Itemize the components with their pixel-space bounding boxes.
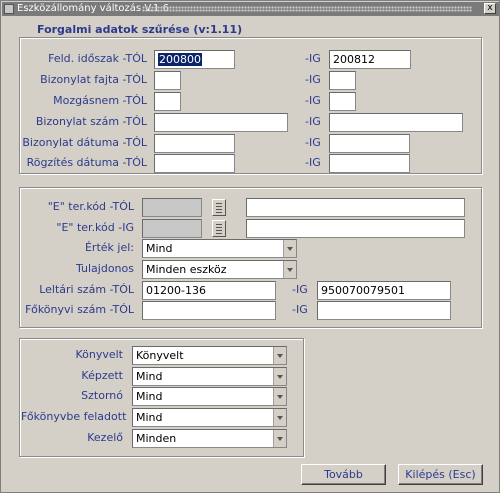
chevron-down-icon[interactable] [283, 261, 296, 278]
leltari-szam-ig-label: -IG [292, 283, 308, 296]
fokonyvi-szam-to-input[interactable] [317, 301, 451, 320]
app-icon [4, 4, 14, 14]
konyvelt-select[interactable]: Könyvelt [132, 346, 287, 365]
kepzett-select[interactable]: Mind [132, 367, 287, 386]
e-ter-kod-tol-desc[interactable] [246, 198, 465, 217]
e-ter-kod-ig-label: "E" ter.kód -IG [56, 221, 134, 234]
fokonyvi-szam-ig-label: -IG [292, 303, 308, 316]
rogzites-datuma-from-input[interactable] [154, 154, 235, 173]
mozgasnem-to-input[interactable] [329, 92, 356, 111]
e-ter-kod-ig-input[interactable] [142, 219, 202, 238]
ertek-jel-label: Érték jel: [84, 241, 134, 254]
sztorno-label: Sztornó [81, 389, 123, 402]
kezelo-label: Kezelő [87, 431, 123, 444]
mozgasnem-ig-label: -IG [305, 94, 321, 107]
fokonyvbe-feladott-label: Főkönyvbe feladott [21, 410, 127, 423]
fokonyvi-szam-from-input[interactable] [142, 301, 276, 320]
e-ter-kod-tol-input[interactable] [142, 198, 202, 217]
chevron-down-icon[interactable] [273, 409, 286, 426]
next-button[interactable]: Tovább [301, 464, 386, 485]
kezelo-value: Minden [136, 432, 177, 445]
list-picker-icon[interactable] [212, 220, 226, 237]
e-ter-kod-tol-label: "E" ter.kód -TÓL [47, 200, 134, 213]
feld-idoszak-ig-label: -IG [305, 52, 321, 65]
chevron-down-icon[interactable] [273, 430, 286, 447]
konyvelt-label: Könyvelt [75, 348, 123, 361]
kepzett-label: Képzett [81, 369, 123, 382]
feld-idoszak-to-input[interactable]: 200812 [329, 50, 411, 69]
list-picker-icon[interactable] [212, 199, 226, 216]
bizonylat-szam-ig-label: -IG [305, 115, 321, 128]
feld-idoszak-label: Feld. időszak -TÓL [48, 52, 147, 65]
sztorno-value: Mind [136, 390, 163, 403]
rogzites-datuma-ig-label: -IG [305, 156, 321, 169]
fokonyvbe-feladott-select[interactable]: Mind [132, 408, 287, 427]
bizonylat-szam-from-input[interactable] [154, 113, 288, 132]
tulajdonos-value: Minden eszköz [146, 263, 227, 276]
bizonylat-fajta-to-input[interactable] [329, 71, 356, 90]
feld-idoszak-from-input[interactable]: 200800 [154, 50, 235, 69]
bizonylat-szam-label: Bizonylat szám -TÓL [35, 115, 147, 128]
bizonylat-fajta-label: Bizonylat fajta -TÓL [40, 73, 147, 86]
fokonyvi-szam-label: Főkönyvi szám -TÓL [25, 303, 134, 316]
konyvelt-value: Könyvelt [136, 349, 184, 362]
bizonylat-datuma-label: Bizonylat dátuma -TÓL [22, 136, 147, 149]
mozgasnem-from-input[interactable] [154, 92, 181, 111]
rogzites-datuma-to-input[interactable] [329, 154, 410, 173]
ertek-jel-select[interactable]: Mind [142, 239, 297, 258]
bizonylat-datuma-to-input[interactable] [329, 134, 410, 153]
bizonylat-fajta-ig-label: -IG [305, 73, 321, 86]
rogzites-datuma-label: Rögzítés dátuma -TÓL [26, 156, 147, 169]
ertek-jel-value: Mind [146, 242, 173, 255]
kepzett-value: Mind [136, 370, 163, 383]
kezelo-select[interactable]: Minden [132, 429, 287, 448]
exit-button[interactable]: Kilépés (Esc) [398, 464, 483, 485]
chevron-down-icon[interactable] [273, 368, 286, 385]
app-window: Eszközállomány változás V.1.6 x Forgalmi… [0, 0, 500, 493]
fokonyvbe-feladott-value: Mind [136, 411, 163, 424]
title-bar[interactable]: Eszközállomány változás V.1.6 x [2, 2, 499, 16]
chevron-down-icon[interactable] [273, 347, 286, 364]
bizonylat-fajta-from-input[interactable] [154, 71, 181, 90]
leltari-szam-from-input[interactable]: 01200-136 [142, 281, 276, 300]
bizonylat-datuma-ig-label: -IG [305, 136, 321, 149]
sztorno-select[interactable]: Mind [132, 387, 287, 406]
tulajdonos-select[interactable]: Minden eszköz [142, 260, 297, 279]
mozgasnem-label: Mozgásnem -TÓL [53, 94, 147, 107]
close-icon[interactable]: x [484, 3, 496, 14]
tulajdonos-label: Tulajdonos [75, 262, 134, 275]
bizonylat-datuma-from-input[interactable] [154, 134, 235, 153]
chevron-down-icon[interactable] [273, 388, 286, 405]
leltari-szam-to-input[interactable]: 950070079501 [317, 281, 451, 300]
leltari-szam-label: Leltári szám -TÓL [39, 283, 134, 296]
title-grip [142, 6, 472, 12]
group-title: Forgalmi adatok szűrése (v:1.11) [35, 23, 245, 36]
bizonylat-szam-to-input[interactable] [329, 113, 463, 132]
e-ter-kod-ig-desc[interactable] [246, 219, 465, 238]
chevron-down-icon[interactable] [283, 240, 296, 257]
